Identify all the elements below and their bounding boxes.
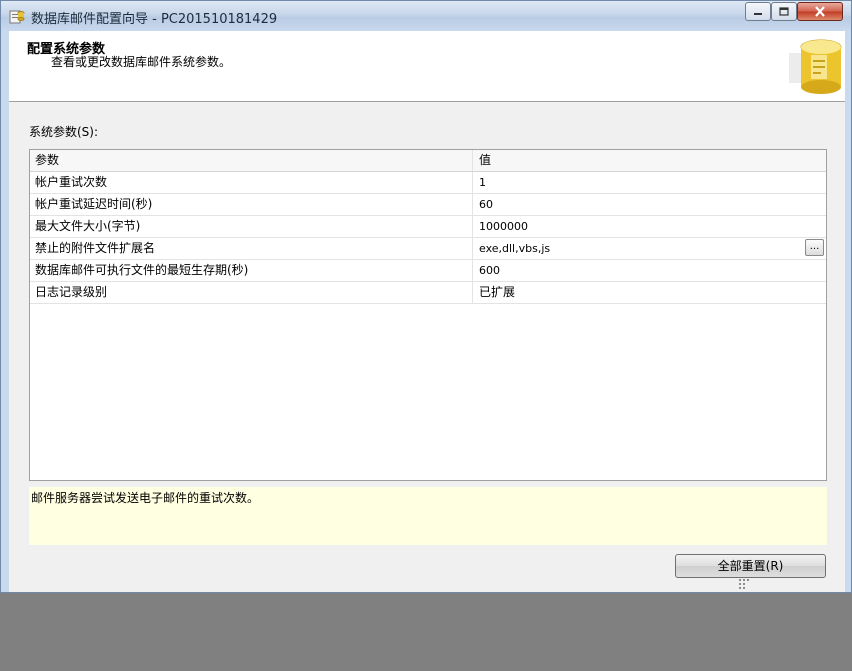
close-icon [815, 6, 825, 17]
wizard-window: 数据库邮件配置向导 - PC201510181429 配置系统参数 查看或更改数… [0, 0, 852, 593]
column-header-parameter[interactable]: 参数 [30, 150, 473, 171]
param-value-text: exe,dll,vbs,js [479, 242, 551, 255]
param-value-cell[interactable]: 已扩展 [473, 282, 826, 303]
browse-extensions-button[interactable]: ... [805, 239, 824, 256]
table-row[interactable]: 帐户重试次数 1 [30, 172, 826, 194]
table-row[interactable]: 禁止的附件文件扩展名 exe,dll,vbs,js ... [30, 238, 826, 260]
param-name-cell: 帐户重试延迟时间(秒) [30, 194, 473, 215]
database-cylinder-icon [789, 39, 842, 94]
reset-all-button[interactable]: 全部重置(R) [675, 554, 826, 578]
param-name-cell: 帐户重试次数 [30, 172, 473, 193]
parameter-description-panel: 邮件服务器尝试发送电子邮件的重试次数。 [29, 487, 827, 545]
window-right-border [845, 31, 851, 592]
param-name-cell: 最大文件大小(字节) [30, 216, 473, 237]
param-value-cell[interactable]: 1 [473, 172, 826, 193]
title-bar: 数据库邮件配置向导 - PC201510181429 [1, 1, 851, 31]
maximize-icon [779, 7, 789, 16]
minimize-button[interactable] [745, 2, 771, 21]
page-subtitle: 查看或更改数据库邮件系统参数。 [51, 55, 232, 69]
system-params-grid[interactable]: 参数 值 帐户重试次数 1 帐户重试延迟时间(秒) 60 最大文件大小(字节) … [29, 149, 827, 481]
param-name-cell: 数据库邮件可执行文件的最短生存期(秒) [30, 260, 473, 281]
system-params-label: 系统参数(S): [29, 125, 99, 139]
wizard-app-icon [9, 10, 25, 24]
table-row[interactable]: 帐户重试延迟时间(秒) 60 [30, 194, 826, 216]
table-row[interactable]: 最大文件大小(字节) 1000000 [30, 216, 826, 238]
param-value-cell[interactable]: exe,dll,vbs,js ... [473, 238, 826, 259]
table-row[interactable]: 数据库邮件可执行文件的最短生存期(秒) 600 [30, 260, 826, 282]
table-row[interactable]: 日志记录级别 已扩展 [30, 282, 826, 304]
minimize-icon [754, 12, 762, 15]
param-value-cell[interactable]: 60 [473, 194, 826, 215]
close-button[interactable] [797, 2, 843, 21]
window-left-border [1, 31, 9, 592]
window-title: 数据库邮件配置向导 - PC201510181429 [31, 12, 278, 27]
column-header-value[interactable]: 值 [473, 150, 826, 171]
grid-header: 参数 值 [30, 150, 826, 172]
param-value-cell[interactable]: 1000000 [473, 216, 826, 237]
resize-grip-icon[interactable] [737, 577, 751, 591]
param-name-cell: 禁止的附件文件扩展名 [30, 238, 473, 259]
param-value-cell[interactable]: 600 [473, 260, 826, 281]
param-name-cell: 日志记录级别 [30, 282, 473, 303]
wizard-header: 配置系统参数 查看或更改数据库邮件系统参数。 [9, 31, 845, 102]
maximize-button[interactable] [771, 2, 797, 21]
parameter-description-text: 邮件服务器尝试发送电子邮件的重试次数。 [31, 491, 260, 505]
